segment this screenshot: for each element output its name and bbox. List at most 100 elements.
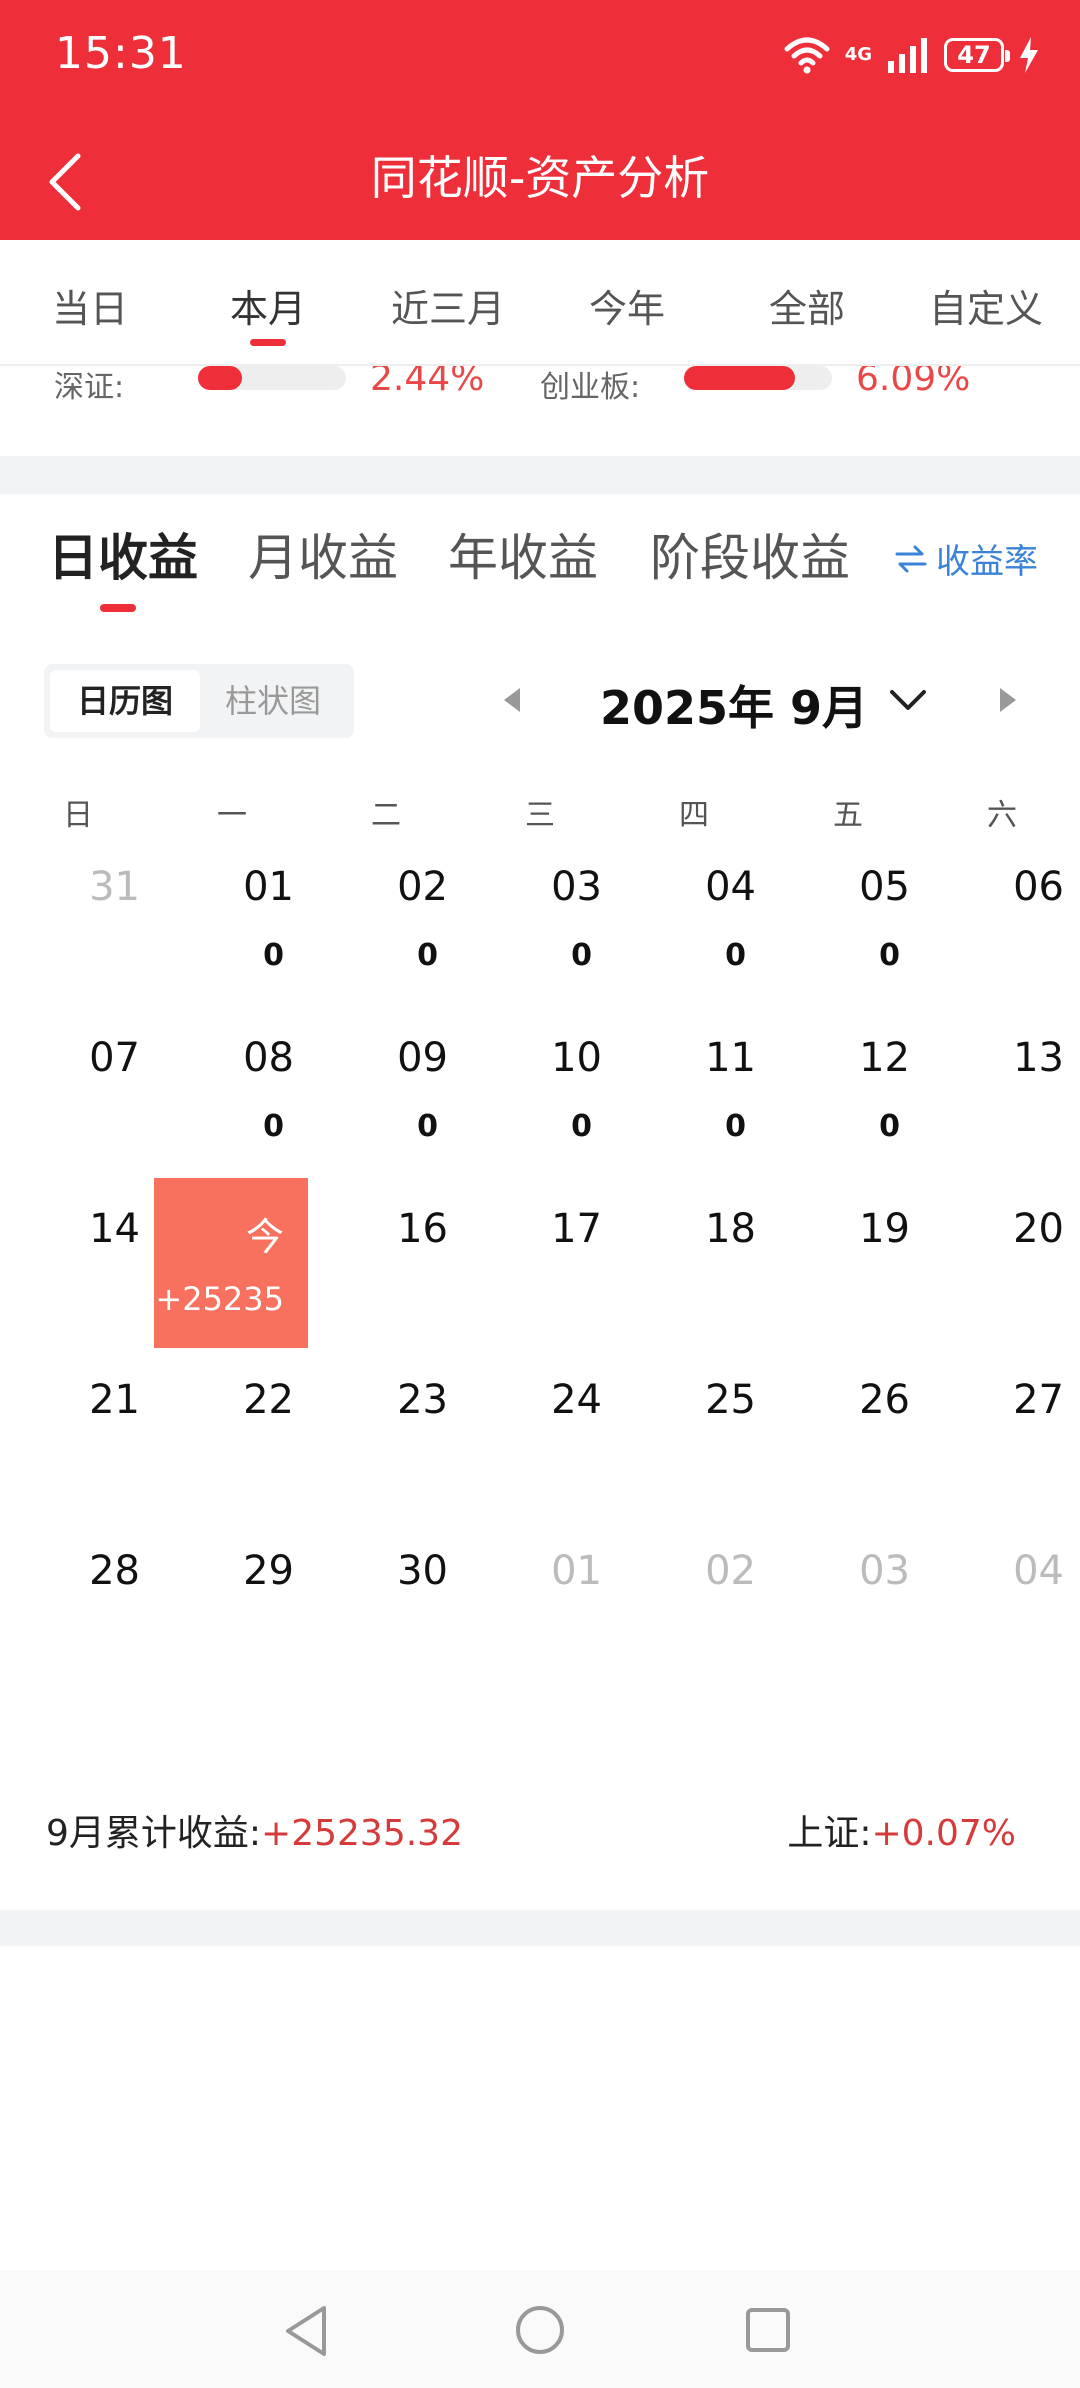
calendar-day[interactable]: 04 bbox=[924, 1520, 1078, 1690]
rate-link-label: 收益率 bbox=[936, 542, 1038, 582]
day-earnings: 0 bbox=[263, 938, 284, 973]
day-number: 今 bbox=[245, 1215, 284, 1259]
signal-icon bbox=[888, 38, 927, 73]
calendar-day[interactable]: 03 bbox=[770, 1520, 924, 1690]
triangle-right-icon bbox=[1000, 688, 1016, 712]
calendar-day[interactable]: 01 bbox=[462, 1520, 616, 1690]
calendar-day[interactable]: 04 0 bbox=[616, 836, 770, 1006]
weekday-tue: 二 bbox=[371, 798, 401, 833]
tab-monthly-earnings[interactable]: 月收益 bbox=[248, 518, 398, 590]
calendar-day[interactable]: 02 bbox=[616, 1520, 770, 1690]
calendar-day[interactable]: 02 0 bbox=[308, 836, 462, 1006]
nav-back-icon[interactable] bbox=[282, 2304, 332, 2358]
tab-period-earnings[interactable]: 阶段收益 bbox=[650, 518, 850, 590]
day-earnings: 0 bbox=[417, 1109, 438, 1144]
next-month-button[interactable] bbox=[994, 682, 1024, 722]
prev-month-button[interactable] bbox=[496, 682, 526, 722]
back-button[interactable] bbox=[40, 142, 100, 222]
day-earnings: 0 bbox=[725, 1109, 746, 1144]
month-dropdown-button[interactable] bbox=[884, 676, 932, 728]
system-nav-bar bbox=[0, 2270, 1080, 2388]
day-number: 13 bbox=[1013, 1035, 1064, 1081]
day-number: 12 bbox=[859, 1035, 910, 1081]
nav-recents-icon[interactable] bbox=[744, 2306, 792, 2354]
day-number: 05 bbox=[859, 864, 910, 910]
tab-this-year[interactable]: 今年 bbox=[557, 278, 697, 333]
calendar-day[interactable]: 01 0 bbox=[154, 836, 308, 1006]
tab-yearly-earnings[interactable]: 年收益 bbox=[448, 518, 598, 590]
index-label-chinext: 创业板: bbox=[540, 370, 641, 405]
calendar-day[interactable]: 24 bbox=[462, 1349, 616, 1519]
calendar-day[interactable]: 16 bbox=[308, 1178, 462, 1348]
charging-icon bbox=[1020, 37, 1038, 73]
tab-daily-earnings[interactable]: 日收益 bbox=[48, 518, 198, 590]
calendar-day[interactable]: 14 bbox=[0, 1178, 154, 1348]
calendar-day[interactable]: 19 bbox=[770, 1178, 924, 1348]
day-number: 10 bbox=[551, 1035, 602, 1081]
calendar-day[interactable]: 09 0 bbox=[308, 1007, 462, 1177]
day-number: 02 bbox=[397, 864, 448, 910]
calendar-day[interactable]: 26 bbox=[770, 1349, 924, 1519]
calendar-day[interactable]: 07 bbox=[0, 1007, 154, 1177]
rate-toggle-link[interactable]: 收益率 bbox=[894, 534, 1038, 583]
day-earnings: +25235 bbox=[155, 1280, 284, 1318]
calendar-day[interactable]: 28 bbox=[0, 1520, 154, 1690]
calendar-day-today[interactable]: 今 +25235 bbox=[154, 1178, 308, 1348]
calendar-day[interactable]: 12 0 bbox=[770, 1007, 924, 1177]
index-value-shenzhen: 2.44% bbox=[370, 366, 485, 399]
calendar-day[interactable]: 25 bbox=[616, 1349, 770, 1519]
index-fill-shenzhen bbox=[198, 366, 243, 390]
month-label[interactable]: 2025年 9月 bbox=[600, 672, 868, 738]
day-number: 27 bbox=[1013, 1377, 1064, 1423]
period-tab-indicator bbox=[250, 339, 286, 346]
day-number: 16 bbox=[397, 1206, 448, 1252]
calendar-day[interactable]: 29 bbox=[154, 1520, 308, 1690]
calendar-day[interactable]: 10 0 bbox=[462, 1007, 616, 1177]
day-number: 19 bbox=[859, 1206, 910, 1252]
day-number: 20 bbox=[1013, 1206, 1064, 1252]
day-number: 08 bbox=[243, 1035, 294, 1081]
calendar-day[interactable]: 03 0 bbox=[462, 836, 616, 1006]
calendar-day[interactable]: 20 bbox=[924, 1178, 1078, 1348]
chevron-down-icon bbox=[890, 690, 926, 710]
day-number: 14 bbox=[89, 1206, 140, 1252]
bar-view-button[interactable]: 柱状图 bbox=[198, 670, 348, 732]
day-earnings: 0 bbox=[879, 938, 900, 973]
tab-three-months[interactable]: 近三月 bbox=[378, 278, 518, 333]
weekday-mon: 一 bbox=[217, 798, 247, 833]
tab-this-month[interactable]: 本月 bbox=[198, 278, 338, 333]
calendar-day[interactable]: 18 bbox=[616, 1178, 770, 1348]
calendar-day[interactable]: 27 bbox=[924, 1349, 1078, 1519]
calendar-day[interactable]: 31 bbox=[0, 836, 154, 1006]
index-summary-label: 上证: bbox=[787, 1813, 872, 1854]
calendar-day[interactable]: 21 bbox=[0, 1349, 154, 1519]
day-number: 24 bbox=[551, 1377, 602, 1423]
tab-custom[interactable]: 自定义 bbox=[916, 278, 1056, 333]
day-number: 21 bbox=[89, 1377, 140, 1423]
tab-all[interactable]: 全部 bbox=[737, 278, 877, 333]
calendar-day[interactable]: 22 bbox=[154, 1349, 308, 1519]
day-earnings: 0 bbox=[571, 1109, 592, 1144]
day-earnings: 0 bbox=[417, 938, 438, 973]
section-separator-bottom bbox=[0, 1910, 1080, 1946]
calendar-day[interactable]: 05 0 bbox=[770, 836, 924, 1006]
calendar-day[interactable]: 23 bbox=[308, 1349, 462, 1519]
calendar-view-button[interactable]: 日历图 bbox=[50, 670, 200, 732]
index-label-shenzhen: 深证: bbox=[54, 370, 125, 405]
nav-home-icon[interactable] bbox=[514, 2304, 566, 2356]
calendar-day[interactable]: 17 bbox=[462, 1178, 616, 1348]
day-earnings: 0 bbox=[263, 1109, 284, 1144]
calendar-day[interactable]: 08 0 bbox=[154, 1007, 308, 1177]
calendar-day[interactable]: 30 bbox=[308, 1520, 462, 1690]
day-number: 01 bbox=[243, 864, 294, 910]
weekday-wed: 三 bbox=[525, 798, 555, 833]
calendar-day[interactable]: 13 bbox=[924, 1007, 1078, 1177]
calendar-day[interactable]: 06 bbox=[924, 836, 1078, 1006]
status-time: 15:31 bbox=[55, 28, 187, 79]
day-earnings: 0 bbox=[879, 1109, 900, 1144]
day-number: 29 bbox=[243, 1548, 294, 1594]
calendar-day[interactable]: 11 0 bbox=[616, 1007, 770, 1177]
index-value-chinext: 6.09% bbox=[856, 366, 971, 399]
battery-level: 47 bbox=[957, 41, 991, 69]
tab-today[interactable]: 当日 bbox=[20, 278, 160, 333]
